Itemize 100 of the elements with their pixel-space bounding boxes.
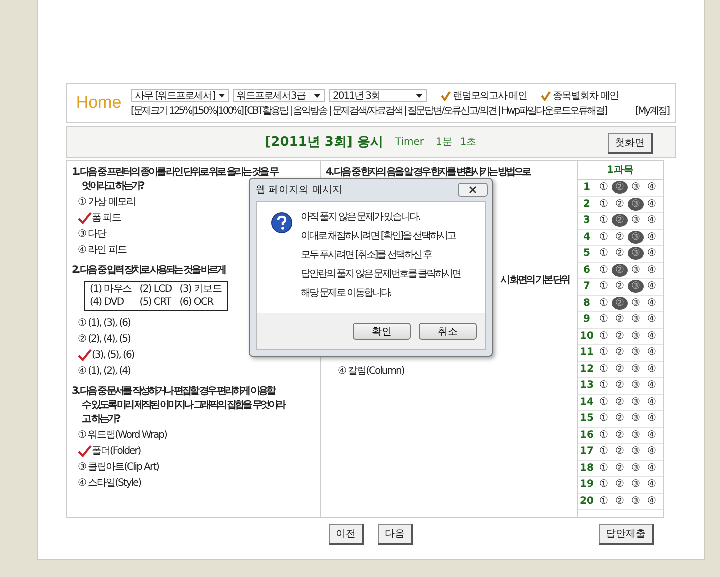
answer-choice[interactable]: ② <box>612 478 628 492</box>
answer-choice[interactable]: ④ <box>644 379 660 392</box>
question-number[interactable]: 16 <box>578 428 596 442</box>
answer-option[interactable]: ③ 다단 <box>78 227 106 241</box>
answer-choice[interactable]: ② <box>612 379 628 392</box>
submit-button[interactable]: 답안제출 <box>599 524 654 545</box>
answer-choice[interactable]: ③ <box>628 379 644 392</box>
answer-option[interactable]: ④ 스타일(Style) <box>78 476 142 490</box>
answer-choice[interactable]: ② <box>612 230 628 244</box>
answer-choice[interactable]: ② <box>612 313 628 326</box>
answer-choice[interactable]: ③ <box>628 462 644 475</box>
answer-choice[interactable]: ④ <box>644 462 660 475</box>
answer-choice[interactable]: ① <box>596 198 612 211</box>
answer-option[interactable]: ① 워드랩(Word Wrap) <box>78 428 167 442</box>
question-number[interactable]: 18 <box>578 462 596 475</box>
question-number[interactable]: 10 <box>578 330 596 343</box>
answer-option[interactable]: ① 가상 메모리 <box>78 195 136 209</box>
dialog-button[interactable]: 취소 <box>419 322 477 340</box>
answer-choice[interactable]: ③ <box>628 280 644 294</box>
answer-choice[interactable]: ① <box>596 462 612 475</box>
answer-choice[interactable]: ③ <box>628 362 644 376</box>
answer-choice[interactable]: ④ <box>644 313 660 326</box>
answer-choice[interactable]: ② <box>612 264 628 277</box>
answer-choice[interactable]: ② <box>612 412 628 426</box>
answer-choice[interactable]: ④ <box>644 346 660 360</box>
answer-choice[interactable]: ② <box>612 396 628 409</box>
answer-choice[interactable]: ④ <box>644 181 660 194</box>
question-number[interactable]: 4 <box>578 230 596 244</box>
answer-choice[interactable]: ② <box>612 330 628 343</box>
answer-choice[interactable]: ② <box>612 462 628 475</box>
answer-choice[interactable]: ① <box>596 181 612 194</box>
answer-choice[interactable]: ① <box>596 478 612 492</box>
question-number[interactable]: 9 <box>578 313 596 326</box>
answer-choice[interactable]: ④ <box>644 478 660 492</box>
answer-choice[interactable]: ③ <box>628 296 644 310</box>
question-number[interactable]: 7 <box>578 280 596 294</box>
answer-choice[interactable]: ④ <box>644 230 660 244</box>
answer-option[interactable]: (3), (5), (6) <box>92 350 134 360</box>
answer-choice[interactable]: ① <box>596 296 612 310</box>
answer-choice[interactable]: ① <box>596 412 612 426</box>
answer-choice[interactable]: ③ <box>628 428 644 442</box>
answer-choice[interactable]: ② <box>612 296 628 310</box>
answer-choice[interactable]: ② <box>612 346 628 360</box>
answer-option[interactable]: ① (1), (3), (6) <box>78 318 130 328</box>
dropdown[interactable]: 워드프로세서3급 <box>233 89 325 102</box>
account-link[interactable]: [My계정] <box>636 106 669 118</box>
answer-choice[interactable]: ① <box>596 362 612 376</box>
close-button[interactable] <box>458 183 488 197</box>
question-number[interactable]: 3 <box>578 214 596 228</box>
answer-choice[interactable]: ② <box>612 428 628 442</box>
answer-choice[interactable]: ③ <box>628 181 644 194</box>
answer-choice[interactable]: ① <box>596 230 612 244</box>
answer-choice[interactable]: ④ <box>644 214 660 228</box>
answer-choice[interactable]: ① <box>596 264 612 277</box>
answer-choice[interactable]: ③ <box>628 494 644 508</box>
answer-choice[interactable]: ③ <box>628 230 644 244</box>
answer-choice[interactable]: ④ <box>644 362 660 376</box>
question-number[interactable]: 19 <box>578 478 596 492</box>
answer-choice[interactable]: ① <box>596 396 612 409</box>
answer-choice[interactable]: ② <box>612 198 628 211</box>
question-number[interactable]: 1 <box>578 181 596 194</box>
menu-link[interactable]: 랜덤모의고사 메인 <box>441 88 528 102</box>
answer-choice[interactable]: ① <box>596 313 612 326</box>
answer-choice[interactable]: ④ <box>644 494 660 508</box>
dropdown[interactable]: 2011년 3회 <box>329 89 427 102</box>
answer-choice[interactable]: ② <box>612 445 628 458</box>
answer-choice[interactable]: ① <box>596 494 612 508</box>
answer-choice[interactable]: ② <box>612 362 628 376</box>
answer-choice[interactable]: ② <box>612 280 628 294</box>
answer-option[interactable]: ④ (1), (2), (4) <box>78 366 130 376</box>
answer-choice[interactable]: ③ <box>628 346 644 360</box>
answer-choice[interactable]: ② <box>612 247 628 260</box>
answer-choice[interactable]: ④ <box>644 264 660 277</box>
answer-choice[interactable]: ③ <box>628 412 644 426</box>
answer-choice[interactable]: ④ <box>644 445 660 458</box>
answer-choice[interactable]: ③ <box>628 313 644 326</box>
answer-option[interactable]: ② (2), (4), (5) <box>78 334 130 344</box>
menu-link[interactable]: 종목별회차 메인 <box>541 88 618 102</box>
answer-option[interactable]: 폴더(Folder) <box>92 444 141 458</box>
answer-choice[interactable]: ① <box>596 379 612 392</box>
answer-choice[interactable]: ① <box>596 346 612 360</box>
answer-choice[interactable]: ④ <box>644 296 660 310</box>
dropdown[interactable]: 사무 [워드프로세서] <box>131 89 229 102</box>
answer-choice[interactable]: ③ <box>628 264 644 277</box>
answer-choice[interactable]: ① <box>596 330 612 343</box>
answer-choice[interactable]: ① <box>596 247 612 260</box>
answer-choice[interactable]: ④ <box>644 428 660 442</box>
answer-option[interactable]: ④ 라인 피드 <box>78 243 126 257</box>
answer-choice[interactable]: ④ <box>644 198 660 211</box>
question-number[interactable]: 14 <box>578 396 596 409</box>
question-number[interactable]: 13 <box>578 379 596 392</box>
answer-choice[interactable]: ④ <box>644 412 660 426</box>
answer-choice[interactable]: ① <box>596 428 612 442</box>
answer-choice[interactable]: ① <box>596 445 612 458</box>
answer-choice[interactable]: ④ <box>644 247 660 260</box>
answer-choice[interactable]: ① <box>596 214 612 228</box>
question-number[interactable]: 6 <box>578 264 596 277</box>
answer-choice[interactable]: ③ <box>628 247 644 260</box>
question-number[interactable]: 20 <box>578 494 596 508</box>
link-bar[interactable]: [문제크기 125%|150%|100%] [CBT활용팁 | 음악방송 | 문제검색/자료검색 | 질문답변/오류신고/의견 | Hwp파일다운로드오류해결] <box>131 106 606 118</box>
